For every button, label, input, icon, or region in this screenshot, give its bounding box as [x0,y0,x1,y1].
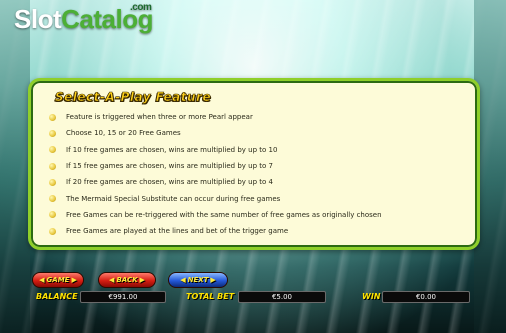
rule-text: Free Games are played at the lines and b… [66,227,289,236]
rule-item: Free Games are played at the lines and b… [49,223,467,239]
pearl-bullet-icon [49,227,56,235]
right-arrow-icon: ▶ [139,276,145,284]
balance-value: €991.00 [80,291,166,303]
back-button[interactable]: ◀ BACK ▶ [98,272,156,288]
logo-prefix: Slot [14,4,62,34]
status-bar: BALANCE €991.00 TOTAL BET €5.00 WIN €0.0… [0,288,506,308]
game-button-label: GAME [46,276,70,284]
rule-item: If 10 free games are chosen, wins are mu… [49,142,467,158]
next-button-label: NEXT [187,276,209,284]
win-label: WIN [362,292,381,301]
pearl-bullet-icon [49,146,56,154]
rule-item: The Mermaid Special Substitute can occur… [49,190,467,206]
next-button[interactable]: ◀ NEXT ▶ [168,272,228,288]
pearl-bullet-icon [49,211,56,219]
pearl-bullet-icon [49,129,56,137]
slotcatalog-logo: SlotCatalog .com [14,2,153,48]
rule-text: Choose 10, 15 or 20 Free Games [66,129,181,138]
total-bet-value: €5.00 [238,291,326,303]
rules-list: Feature is triggered when three or more … [49,109,467,239]
pearl-bullet-icon [49,195,56,203]
rule-text: If 10 free games are chosen, wins are mu… [66,145,278,154]
rule-text: The Mermaid Special Substitute can occur… [66,194,281,203]
rule-item: If 15 free games are chosen, wins are mu… [49,158,467,174]
left-arrow-icon: ◀ [109,276,115,284]
pearl-bullet-icon [49,162,56,170]
rule-text: Feature is triggered when three or more … [66,113,253,122]
rule-item: Choose 10, 15 or 20 Free Games [49,125,467,141]
pearl-bullet-icon [49,113,56,121]
total-bet-label: TOTAL BET [186,292,235,301]
rule-item: Free Games can be re-triggered with the … [49,207,467,223]
right-arrow-icon: ▶ [71,276,77,284]
panel-title: Select-A-Play Feature [55,90,212,105]
feature-info-panel: Select-A-Play Feature Feature is trigger… [28,78,480,250]
rule-text: If 20 free games are chosen, wins are mu… [66,178,273,187]
left-arrow-icon: ◀ [180,276,186,284]
game-button[interactable]: ◀ GAME ▶ [32,272,84,288]
balance-label: BALANCE [36,292,78,301]
rule-text: Free Games can be re-triggered with the … [66,210,382,219]
right-arrow-icon: ▶ [210,276,216,284]
rule-item: If 20 free games are chosen, wins are mu… [49,174,467,190]
rule-item: Feature is triggered when three or more … [49,109,467,125]
logo-suffix: .com [130,2,152,13]
left-arrow-icon: ◀ [39,276,45,284]
pearl-bullet-icon [49,178,56,186]
back-button-label: BACK [116,276,138,284]
left-reel-frame [0,0,30,333]
win-value: €0.00 [382,291,470,303]
rule-text: If 15 free games are chosen, wins are mu… [66,162,273,171]
